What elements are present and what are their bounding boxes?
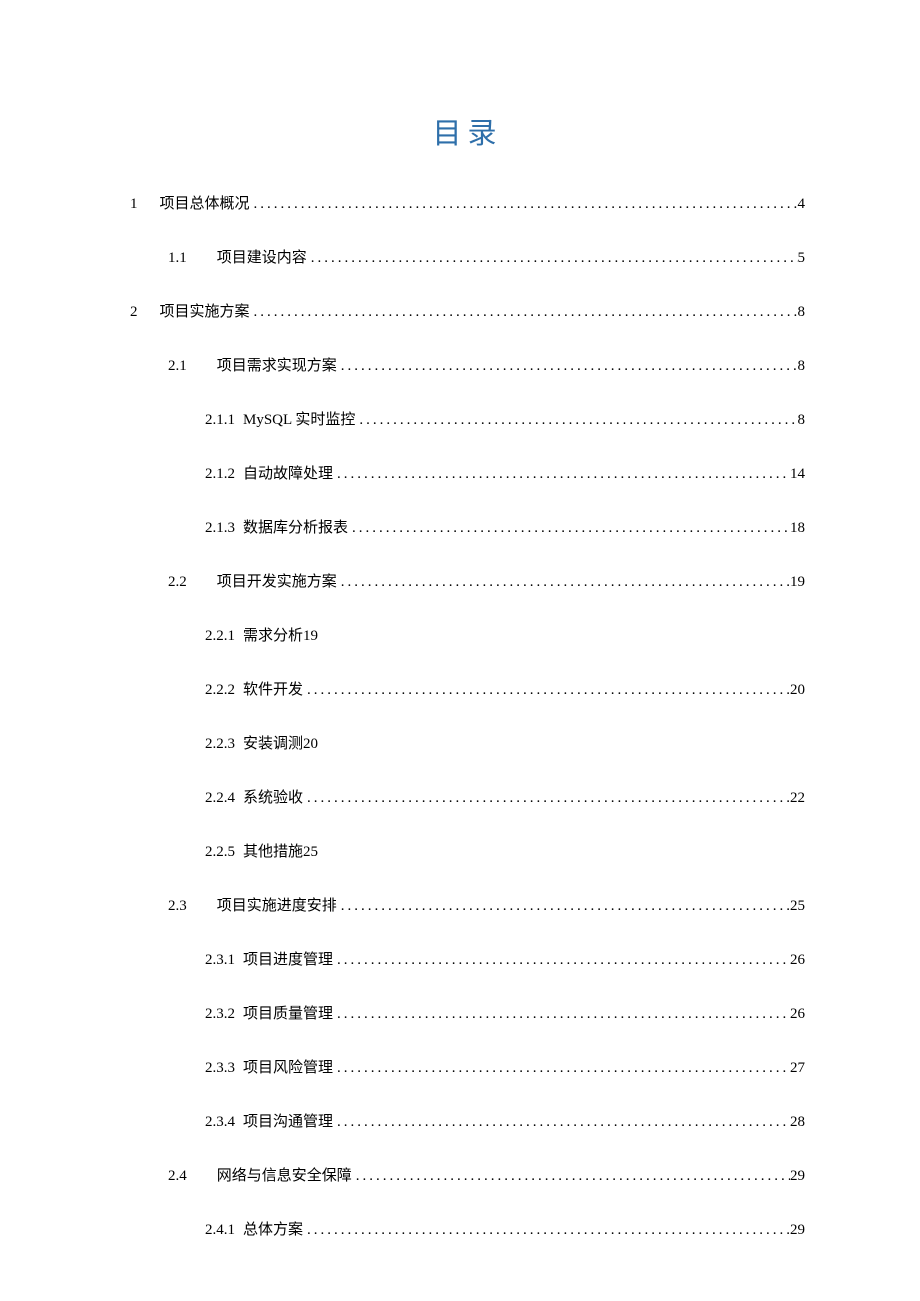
toc-entry: 2 项目实施方案 8 xyxy=(130,300,805,321)
toc-entry-text: 项目开发实施方案 xyxy=(217,570,337,591)
toc-entry-page: 25 xyxy=(790,898,805,915)
toc-entry-text: 项目质量管理 xyxy=(243,1002,333,1023)
toc-title: 目录 xyxy=(130,110,805,152)
toc-entry-text: 项目总体概况 xyxy=(160,192,250,213)
toc-entry-page: 22 xyxy=(790,790,805,807)
toc-leader-dots xyxy=(307,250,798,267)
toc-entry-number: 2.2.3 xyxy=(205,736,235,753)
toc-entry-page: 14 xyxy=(790,466,805,483)
toc-entry: 2.4 网络与信息安全保障 29 xyxy=(130,1164,805,1185)
toc-leader-dots xyxy=(333,952,790,969)
toc-leader-dots xyxy=(337,358,798,375)
toc-entry-text: 项目风险管理 xyxy=(243,1056,333,1077)
toc-entry-page: 20 xyxy=(790,682,805,699)
toc-leader-dots xyxy=(355,412,797,429)
toc-entry-page: 19 xyxy=(303,628,318,645)
toc-entry: 2.2.5 其他措施25 xyxy=(130,840,805,861)
toc-entry-number: 2.3.3 xyxy=(205,1060,235,1077)
toc-entry-page: 28 xyxy=(790,1114,805,1131)
toc-entry-page: 8 xyxy=(798,358,806,375)
toc-entry: 2.3.3 项目风险管理 27 xyxy=(130,1056,805,1077)
table-of-contents: 1项目总体概况41.1项目建设内容52项目实施方案82.1项目需求实现方案82.… xyxy=(130,192,805,1239)
toc-leader-dots xyxy=(333,1060,790,1077)
toc-entry-text: 需求分析 xyxy=(243,624,303,645)
toc-entry: 1.1 项目建设内容 5 xyxy=(130,246,805,267)
toc-entry-text: MySQL 实时监控 xyxy=(243,408,355,429)
toc-entry: 2.2.4 系统验收 22 xyxy=(130,786,805,807)
toc-entry: 2.3.1 项目进度管理 26 xyxy=(130,948,805,969)
toc-entry-text: 项目沟通管理 xyxy=(243,1110,333,1131)
toc-entry-text: 软件开发 xyxy=(243,678,303,699)
toc-leader-dots xyxy=(333,1006,790,1023)
toc-leader-dots xyxy=(303,790,790,807)
toc-entry-number: 2.2 xyxy=(168,574,187,591)
toc-entry: 2.1 项目需求实现方案 8 xyxy=(130,354,805,375)
toc-entry: 2.4.1 总体方案 29 xyxy=(130,1218,805,1239)
toc-leader-dots xyxy=(337,574,790,591)
toc-leader-dots xyxy=(337,898,790,915)
toc-entry-number: 2.1.2 xyxy=(205,466,235,483)
toc-entry-page: 29 xyxy=(790,1222,805,1239)
toc-entry-page: 8 xyxy=(798,412,806,429)
toc-entry-number: 2.3.4 xyxy=(205,1114,235,1131)
toc-leader-dots xyxy=(250,196,798,213)
toc-entry-page: 8 xyxy=(798,304,806,321)
toc-entry-page: 27 xyxy=(790,1060,805,1077)
toc-entry: 2.1.2 自动故障处理 14 xyxy=(130,462,805,483)
toc-entry: 2.3.4 项目沟通管理 28 xyxy=(130,1110,805,1131)
toc-entry-text: 数据库分析报表 xyxy=(243,516,348,537)
toc-leader-dots xyxy=(333,466,790,483)
toc-entry: 2.1.3 数据库分析报表 18 xyxy=(130,516,805,537)
toc-entry-number: 2.2.4 xyxy=(205,790,235,807)
toc-entry-number: 2 xyxy=(130,304,138,321)
toc-entry-number: 2.1.1 xyxy=(205,412,235,429)
toc-leader-dots xyxy=(303,1222,790,1239)
toc-entry-page: 25 xyxy=(303,844,318,861)
toc-entry-page: 18 xyxy=(790,520,805,537)
toc-leader-dots xyxy=(352,1168,790,1185)
toc-entry-text: 系统验收 xyxy=(243,786,303,807)
toc-entry-number: 2.3 xyxy=(168,898,187,915)
toc-entry-number: 2.1.3 xyxy=(205,520,235,537)
toc-leader-dots xyxy=(250,304,798,321)
toc-entry: 2.3 项目实施进度安排 25 xyxy=(130,894,805,915)
toc-entry-number: 2.1 xyxy=(168,358,187,375)
toc-entry-text: 其他措施 xyxy=(243,840,303,861)
toc-entry-text: 项目实施方案 xyxy=(160,300,250,321)
toc-entry: 2.2 项目开发实施方案 19 xyxy=(130,570,805,591)
toc-leader-dots xyxy=(348,520,790,537)
toc-entry-number: 2.3.1 xyxy=(205,952,235,969)
toc-entry-number: 1 xyxy=(130,196,138,213)
toc-entry-number: 2.3.2 xyxy=(205,1006,235,1023)
toc-entry-number: 2.2.1 xyxy=(205,628,235,645)
toc-entry-number: 1.1 xyxy=(168,250,187,267)
toc-entry-text: 项目实施进度安排 xyxy=(217,894,337,915)
toc-entry-text: 项目进度管理 xyxy=(243,948,333,969)
toc-entry-page: 26 xyxy=(790,952,805,969)
toc-entry-page: 26 xyxy=(790,1006,805,1023)
toc-entry-page: 5 xyxy=(798,250,806,267)
toc-leader-dots xyxy=(303,682,790,699)
toc-entry-text: 自动故障处理 xyxy=(243,462,333,483)
toc-entry-number: 2.4 xyxy=(168,1168,187,1185)
toc-leader-dots xyxy=(333,1114,790,1131)
toc-entry: 2.2.1 需求分析19 xyxy=(130,624,805,645)
toc-entry-page: 4 xyxy=(798,196,806,213)
toc-entry-text: 项目需求实现方案 xyxy=(217,354,337,375)
toc-entry-number: 2.4.1 xyxy=(205,1222,235,1239)
toc-entry-page: 20 xyxy=(303,736,318,753)
toc-entry: 1 项目总体概况 4 xyxy=(130,192,805,213)
toc-entry-page: 29 xyxy=(790,1168,805,1185)
toc-entry: 2.2.3 安装调测20 xyxy=(130,732,805,753)
toc-entry: 2.3.2 项目质量管理 26 xyxy=(130,1002,805,1023)
toc-entry-page: 19 xyxy=(790,574,805,591)
toc-entry-number: 2.2.5 xyxy=(205,844,235,861)
toc-entry-number: 2.2.2 xyxy=(205,682,235,699)
toc-entry-text: 项目建设内容 xyxy=(217,246,307,267)
toc-entry-text: 总体方案 xyxy=(243,1218,303,1239)
toc-entry-text: 安装调测 xyxy=(243,732,303,753)
toc-entry-text: 网络与信息安全保障 xyxy=(217,1164,352,1185)
toc-entry: 2.2.2 软件开发 20 xyxy=(130,678,805,699)
toc-entry: 2.1.1 MySQL 实时监控 8 xyxy=(130,408,805,429)
